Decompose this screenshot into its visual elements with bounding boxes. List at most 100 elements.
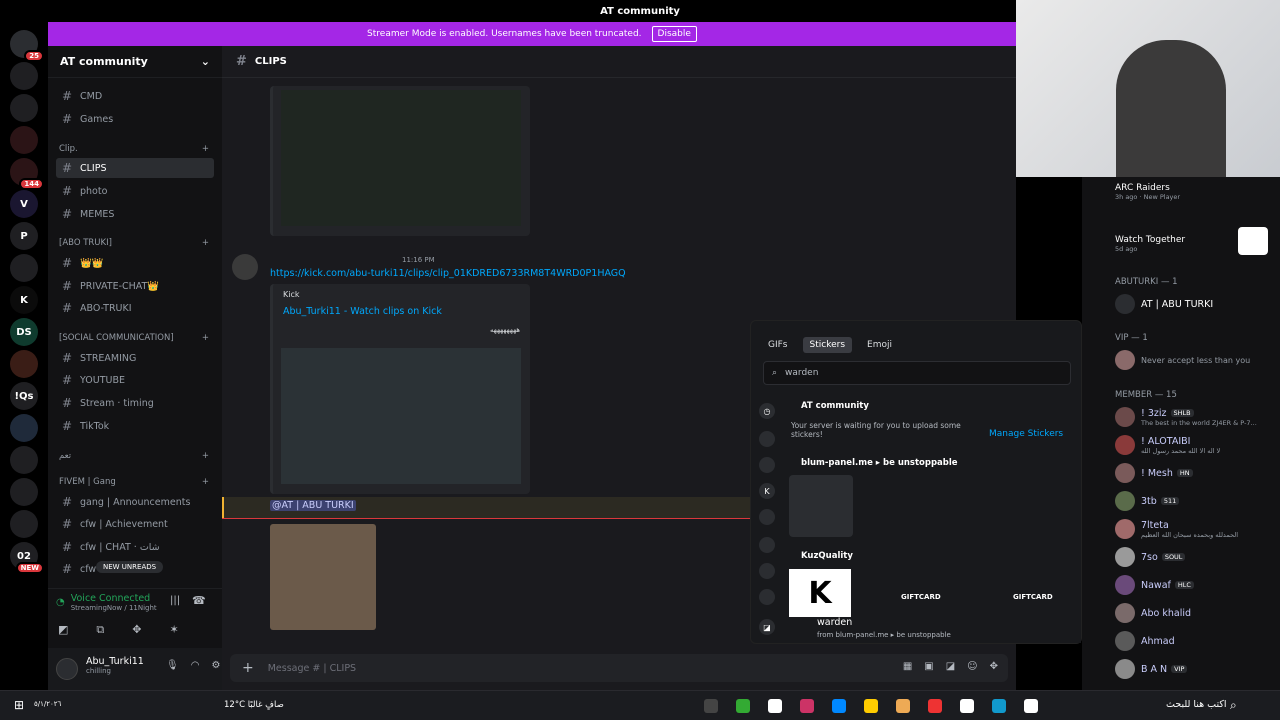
taskbar-app-icon[interactable]: [704, 699, 718, 713]
sticker-warden[interactable]: [789, 475, 853, 537]
manage-stickers-link[interactable]: Manage Stickers: [989, 429, 1063, 439]
new-unreads-pill[interactable]: NEW UNREADS: [96, 561, 164, 573]
channel-category[interactable]: [SOCIAL COMMUNICATION] +: [59, 333, 209, 343]
taskbar-search[interactable]: اكتب هنا للبحث: [1166, 699, 1227, 710]
waveform-icon[interactable]: |||: [170, 595, 180, 606]
server-icon[interactable]: [759, 537, 775, 553]
sticker-icon[interactable]: ◪: [759, 619, 775, 635]
message-composer[interactable]: + Message # | CLIPS ▦ ▣ ◪ ☺ ✥: [230, 654, 1008, 682]
video-thumbnail[interactable]: [281, 348, 521, 484]
member-item[interactable]: ! 3ziz SHLB The best in the world ZJ4ER & …: [1115, 407, 1275, 427]
add-channel-icon[interactable]: +: [202, 451, 209, 461]
clip-link[interactable]: https://kick.com/abu-turki11/clips/clip_…: [270, 268, 626, 279]
server-icon[interactable]: [759, 431, 775, 447]
search-icon[interactable]: ⌕: [1230, 698, 1237, 713]
taskbar-app-icon[interactable]: [832, 699, 846, 713]
activities-icon[interactable]: ✥: [132, 623, 141, 637]
server-icon[interactable]: DS: [10, 318, 38, 346]
taskbar-app-icon[interactable]: [736, 699, 750, 713]
member-item[interactable]: Ahmad: [1115, 631, 1275, 651]
channel-item[interactable]: # ABO-TRUKI: [56, 298, 214, 318]
embed-title[interactable]: Abu_Turki11 - Watch clips on Kick: [283, 306, 442, 317]
soundboard-icon[interactable]: ✶: [169, 623, 178, 637]
server-icon[interactable]: [10, 478, 38, 506]
channel-category[interactable]: FIVEM | Gang +: [59, 477, 209, 487]
server-icon[interactable]: [10, 254, 38, 282]
member-item[interactable]: ! Mesh HN: [1115, 463, 1275, 483]
gift-icon[interactable]: ▦: [903, 661, 912, 672]
member-item[interactable]: 7so SOUL: [1115, 547, 1275, 567]
mic-icon[interactable]: 🎙︎: [166, 660, 179, 671]
taskbar-app-icon[interactable]: [960, 699, 974, 713]
server-icon[interactable]: [10, 446, 38, 474]
section-blum-panel[interactable]: blum-panel.me ▸ be unstoppable: [801, 458, 958, 468]
member-item[interactable]: ! ALOTAIBI لا اله الا الله محمد رسول الله: [1115, 435, 1275, 455]
tab-gifs[interactable]: GIFs: [761, 337, 795, 353]
channel-item[interactable]: # cfw | CHAT · شات: [56, 537, 214, 557]
headphones-icon[interactable]: ◠: [191, 660, 200, 671]
weather-widget[interactable]: 12°C صافٍ غالبًا: [224, 700, 284, 710]
server-icon[interactable]: [10, 510, 38, 538]
channel-item[interactable]: # Stream · timing: [56, 393, 214, 413]
member-item[interactable]: Never accept less than you: [1115, 350, 1275, 370]
server-icon[interactable]: 25: [10, 30, 44, 62]
member-item[interactable]: B A N VIP: [1115, 659, 1275, 679]
taskbar-app-icon[interactable]: [864, 699, 878, 713]
add-channel-icon[interactable]: +: [202, 144, 209, 154]
disconnect-icon[interactable]: ☎: [192, 594, 206, 607]
add-channel-icon[interactable]: +: [202, 477, 209, 487]
recent-icon[interactable]: ◷: [759, 403, 775, 419]
server-icon[interactable]: K: [10, 286, 38, 314]
disable-button[interactable]: Disable: [651, 26, 697, 42]
tab-stickers[interactable]: Stickers: [802, 337, 853, 353]
gif-icon[interactable]: ▣: [924, 661, 933, 672]
server-header[interactable]: AT community ⌄: [48, 46, 222, 78]
channel-item[interactable]: # photo: [56, 181, 214, 201]
channel-category[interactable]: Clip. +: [59, 144, 209, 154]
server-icon[interactable]: V: [10, 190, 38, 218]
server-icon[interactable]: [10, 94, 38, 122]
tab-emoji[interactable]: Emoji: [860, 337, 899, 353]
sticker-search[interactable]: ⌕ warden: [763, 361, 1071, 385]
screen-share-icon[interactable]: ⧉: [96, 623, 104, 637]
channel-category[interactable]: [ABO TRUKI] +: [59, 238, 209, 248]
channel-item[interactable]: # 👑👑: [56, 253, 214, 273]
channel-item[interactable]: # CLIPS: [56, 158, 214, 178]
search-input[interactable]: warden: [785, 368, 818, 378]
server-icon[interactable]: [10, 62, 38, 90]
channel-item[interactable]: # MEMES: [56, 204, 214, 224]
message-avatar[interactable]: [232, 254, 258, 280]
member-item[interactable]: 3tb 511: [1115, 491, 1275, 511]
server-icon[interactable]: K: [759, 483, 775, 499]
server-icon[interactable]: P: [10, 222, 38, 250]
emoji-icon[interactable]: ☺: [967, 661, 977, 672]
server-icon[interactable]: [759, 589, 775, 605]
taskbar-app-icon[interactable]: [928, 699, 942, 713]
server-icon[interactable]: [10, 126, 38, 154]
channel-item[interactable]: # STREAMING: [56, 348, 214, 368]
taskbar-app-icon[interactable]: [768, 699, 782, 713]
add-channel-icon[interactable]: +: [202, 238, 209, 248]
server-icon[interactable]: [10, 414, 38, 442]
sticker-giftcard[interactable]: GIFTCARD: [1013, 593, 1053, 601]
taskbar-app-icon[interactable]: [800, 699, 814, 713]
gear-icon[interactable]: ⚙: [211, 660, 220, 671]
sticker-giftcard[interactable]: GIFTCARD: [901, 593, 941, 601]
taskbar-app-icon[interactable]: [896, 699, 910, 713]
channel-item[interactable]: # PRIVATE-CHAT👑: [56, 276, 214, 296]
member-item[interactable]: 7lteta الحمدلله وبحمده سبحان الله العظيم: [1115, 519, 1275, 539]
apps-icon[interactable]: ✥: [990, 661, 998, 672]
attached-image[interactable]: [270, 524, 376, 630]
channel-category[interactable]: تعم +: [59, 451, 209, 461]
message-input[interactable]: Message # | CLIPS: [268, 663, 356, 674]
channel-item[interactable]: # YOUTUBE: [56, 370, 214, 390]
server-icon[interactable]: 02 NEW: [10, 542, 44, 574]
sticker-icon[interactable]: ◪: [946, 661, 955, 672]
member-item[interactable]: Nawaf HLC: [1115, 575, 1275, 595]
server-icon[interactable]: [759, 457, 775, 473]
sticker-k[interactable]: K: [789, 569, 851, 617]
channel-item[interactable]: # TikTok: [56, 416, 214, 436]
section-kuzquality[interactable]: KuzQuality: [801, 551, 853, 561]
camera-off-icon[interactable]: ◩: [58, 623, 68, 637]
channel-item[interactable]: # CMD: [56, 86, 214, 106]
